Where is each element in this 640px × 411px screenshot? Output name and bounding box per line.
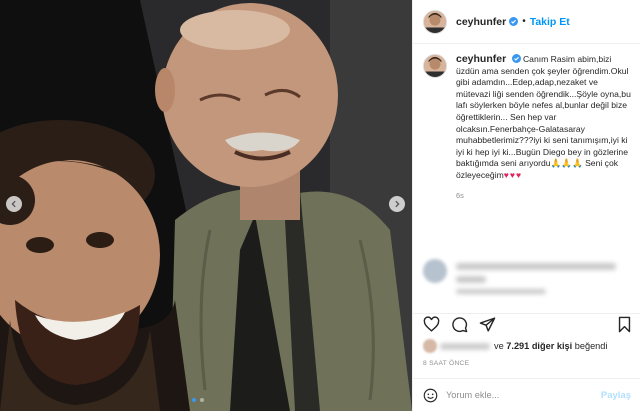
carousel-indicator xyxy=(192,398,204,402)
caption-username[interactable]: ceyhunfer xyxy=(456,53,506,65)
comment-icon[interactable] xyxy=(451,316,468,333)
previous-slide-button[interactable] xyxy=(6,196,22,212)
caption: ceyhunfer Canım Rasim abim,bizi üzdün am… xyxy=(423,53,634,202)
caption-body: ceyhunfer Canım Rasim abim,bizi üzdün am… xyxy=(456,53,634,202)
likes-summary: ve 7.291 diğer kişi beğendi xyxy=(423,339,607,353)
caption-avatar[interactable] xyxy=(423,54,447,78)
bookmark-icon[interactable] xyxy=(616,316,633,333)
liker-name-blurred xyxy=(440,342,490,350)
carousel-dot xyxy=(200,398,204,402)
avatar-image xyxy=(424,55,446,77)
post-timestamp[interactable]: 8 SAAT ÖNCE xyxy=(423,360,469,367)
likes-and: ve xyxy=(494,341,504,351)
caption-timestamp[interactable]: 6s xyxy=(456,190,634,202)
post-comment-button[interactable]: Paylaş xyxy=(601,390,631,401)
comment-avatar[interactable] xyxy=(423,259,447,283)
liker-avatar[interactable] xyxy=(423,339,437,353)
comment-input[interactable] xyxy=(446,390,596,400)
smiley-icon[interactable] xyxy=(423,388,438,403)
selfie-photo xyxy=(0,0,412,411)
verified-badge-icon xyxy=(511,54,521,63)
comment-content-blurred xyxy=(456,263,626,303)
likes-suffix: beğendi xyxy=(574,341,608,351)
chevron-right-icon xyxy=(395,200,400,208)
comment-item xyxy=(423,259,637,303)
post-side-panel: ceyhunfer • Takip Et ceyhunfer Canım Ras… xyxy=(412,0,640,411)
add-comment-bar: Paylaş xyxy=(413,378,640,411)
next-slide-button[interactable] xyxy=(389,196,405,212)
action-bar xyxy=(413,313,640,335)
avatar[interactable] xyxy=(423,9,447,34)
heart-icon[interactable] xyxy=(423,316,440,333)
post-header: ceyhunfer • Takip Et xyxy=(413,0,640,44)
chevron-left-icon xyxy=(11,200,16,208)
caption-hearts: ♥♥♥ xyxy=(503,169,523,180)
paper-plane-icon[interactable] xyxy=(479,316,496,333)
likes-count[interactable]: 7.291 diğer kişi xyxy=(506,341,572,351)
header-separator: • xyxy=(522,16,526,27)
verified-badge-icon xyxy=(509,17,519,26)
post-photo[interactable] xyxy=(0,0,412,411)
carousel-dot-active xyxy=(192,398,196,402)
avatar-image xyxy=(424,10,446,33)
follow-button[interactable]: Takip Et xyxy=(530,16,570,28)
username[interactable]: ceyhunfer xyxy=(456,16,506,28)
caption-text: Canım Rasim abim,bizi üzdün ama senden ç… xyxy=(456,54,631,180)
